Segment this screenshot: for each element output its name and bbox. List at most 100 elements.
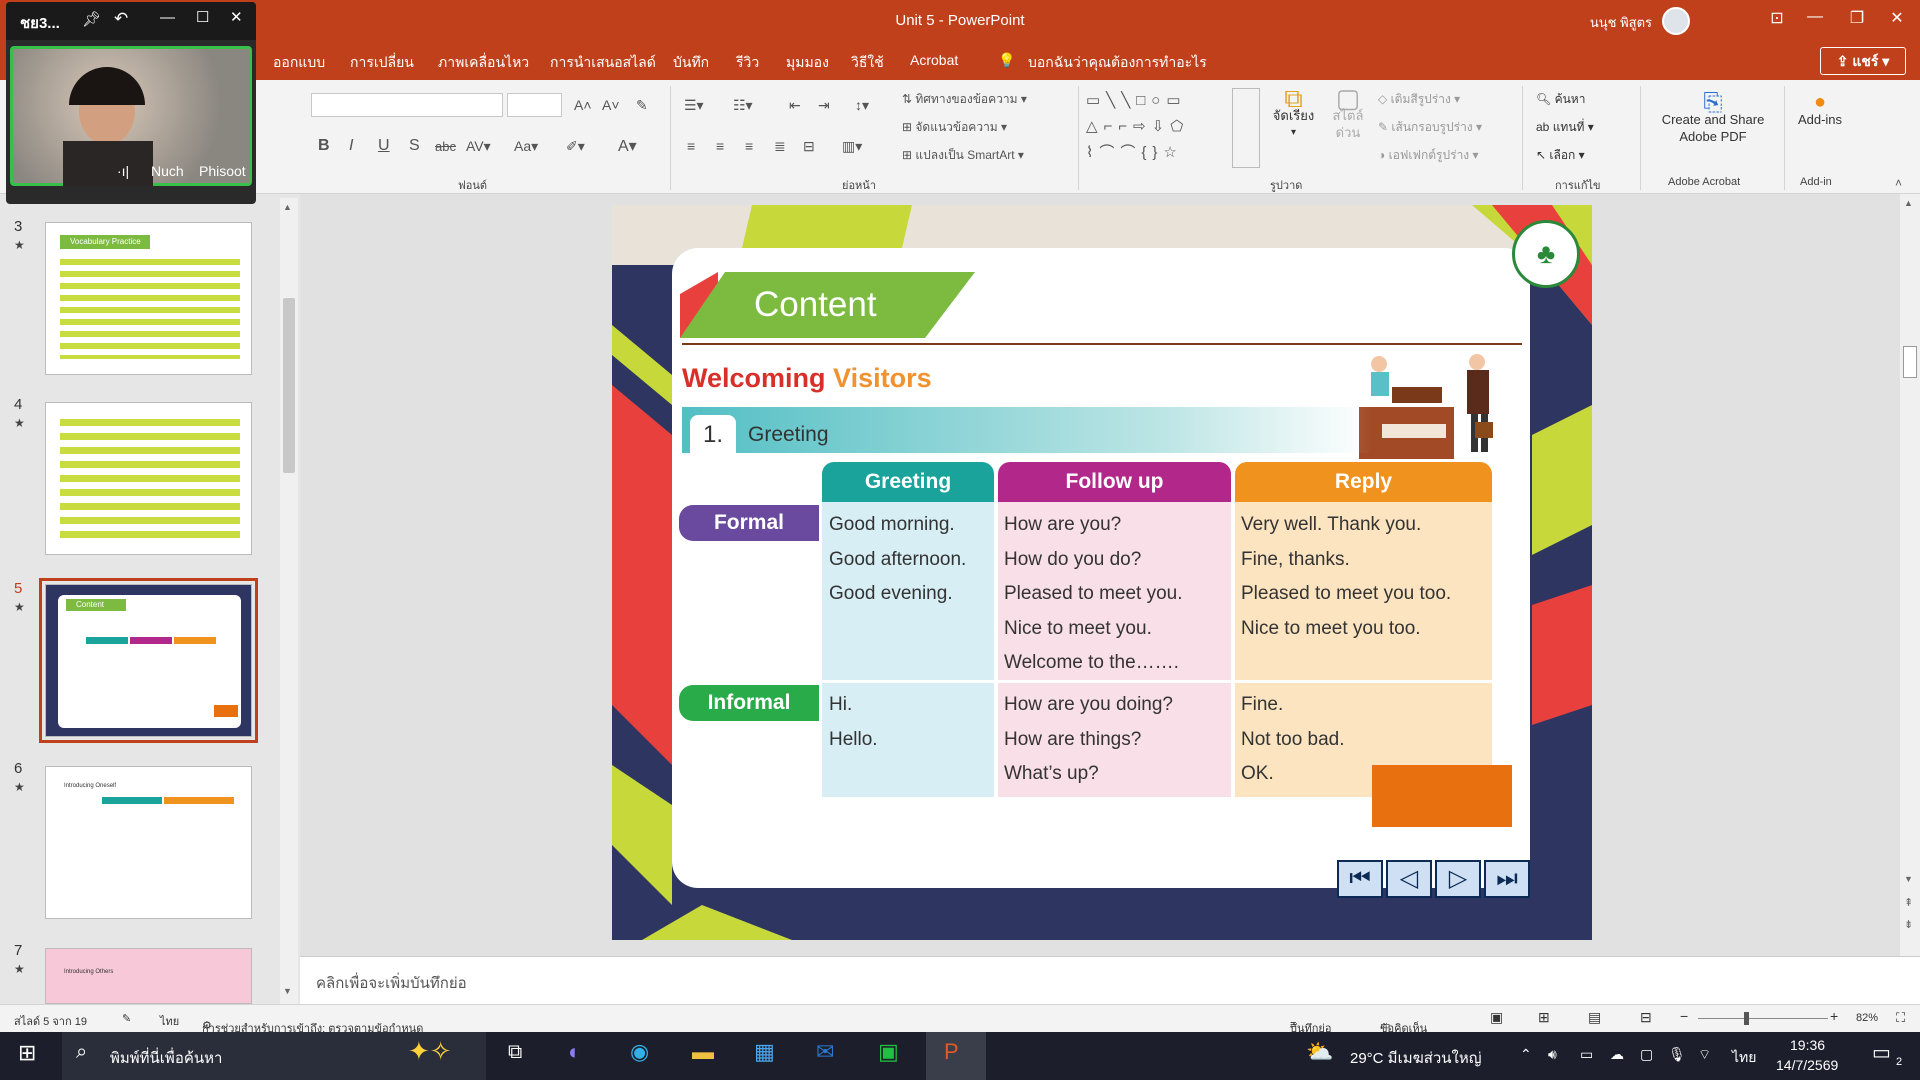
undo-icon[interactable]: ↶ (114, 9, 128, 29)
slide-thumbnail[interactable]: Introducing Oneself (45, 766, 252, 919)
next-slide-icon[interactable]: ⇟ (1904, 918, 1913, 931)
italic-icon[interactable]: I (349, 137, 353, 155)
normal-view-icon[interactable]: ▣ (1490, 1009, 1503, 1026)
avatar[interactable] (1662, 7, 1690, 35)
spelling-icon[interactable]: ✎ (122, 1012, 131, 1025)
powerpoint-taskbar-button[interactable]: P (926, 1032, 986, 1080)
share-button[interactable]: ⇪ แชร์ ▾ (1820, 47, 1906, 75)
highlight-icon[interactable]: ✐▾ (566, 138, 585, 155)
wifi-icon[interactable]: ⌔ (1698, 1046, 1711, 1064)
distributed-icon[interactable]: ⊟ (803, 138, 815, 155)
canvas-scrollbar[interactable]: ▲ ▼ ⇞ ⇟ (1900, 194, 1920, 956)
shape-outline-button[interactable]: ✎ เส้นกรอบรูปร่าง ▾ (1378, 118, 1482, 137)
prev-slide-button[interactable]: ◁ (1386, 860, 1432, 898)
select-button[interactable]: ↖ เลือก ▾ (1536, 146, 1585, 165)
tab-help[interactable]: วิธีใช้ (851, 52, 884, 74)
shrink-font-icon[interactable]: A˅ (602, 97, 620, 113)
slide-thumbnail[interactable]: Introducing Others (45, 948, 252, 1004)
tell-me-box[interactable]: บอกฉันว่าคุณต้องการทำอะไร (1028, 52, 1207, 74)
weather-text[interactable]: 29°C มีเมฆส่วนใหญ่ (1350, 1046, 1482, 1070)
reading-view-icon[interactable]: ▤ (1588, 1009, 1601, 1026)
create-pdf-button[interactable]: ⎘ Create and Share Adobe PDF (1648, 91, 1778, 145)
font-color-icon[interactable]: A▾ (618, 136, 637, 156)
strikethrough-icon[interactable]: abc (435, 139, 456, 154)
tab-animations[interactable]: ภาพเคลื่อนไหว (438, 52, 529, 74)
clear-format-icon[interactable]: ✎ (636, 97, 648, 114)
shadow-icon[interactable]: S (409, 137, 420, 155)
language-indicator[interactable]: ไทย (160, 1012, 179, 1030)
fit-slide-icon[interactable]: ⛶ (1896, 1010, 1905, 1026)
notes-pane[interactable]: คลิกเพื่อจะเพิ่มบันทึกย่อ (300, 956, 1920, 1004)
slide-thumbnail-active[interactable]: Content (39, 578, 258, 743)
addins-button[interactable]: ● Add-ins (1790, 92, 1850, 128)
restore-icon[interactable]: ❐ (1842, 8, 1872, 28)
file-explorer-icon[interactable]: ▬ (692, 1039, 714, 1065)
close-icon[interactable]: ✕ (1882, 8, 1912, 28)
change-case-icon[interactable]: Aa▾ (514, 138, 538, 155)
scroll-thumb[interactable] (283, 298, 295, 473)
tray-chevron-icon[interactable]: ⌃ (1520, 1046, 1532, 1063)
align-center-icon[interactable]: ≡ (716, 138, 724, 154)
task-view-icon[interactable]: ⧉ (508, 1041, 522, 1064)
bold-icon[interactable]: B (318, 137, 330, 155)
shape-effects-button[interactable]: ◑ เอฟเฟกต์รูปร่าง ▾ (1378, 146, 1479, 165)
quick-styles-button[interactable]: ▢ สไตล์ด่วน (1323, 85, 1373, 141)
clock-date[interactable]: 14/7/2569 (1776, 1057, 1838, 1073)
tab-transitions[interactable]: การเปลี่ยน (350, 52, 414, 74)
outlook-icon[interactable]: ✉ (816, 1039, 834, 1065)
store-icon[interactable]: ▦ (754, 1039, 775, 1065)
copilot-icon[interactable]: ◐ (568, 1039, 581, 1065)
font-family-combo[interactable] (311, 93, 503, 117)
char-spacing-icon[interactable]: AV▾ (466, 138, 491, 155)
ribbon-display-icon[interactable]: ⊡ (1762, 8, 1792, 28)
underline-icon[interactable]: U (378, 137, 390, 155)
tab-slideshow[interactable]: การนำเสนอสไลด์ (550, 52, 656, 74)
tab-review[interactable]: รีวิว (736, 52, 759, 74)
camera-icon[interactable]: ▢ (1640, 1046, 1653, 1063)
bullets-icon[interactable]: ☰▾ (684, 97, 704, 114)
search-box[interactable]: ⌕ พิมพ์ที่นี่เพื่อค้นหา ✦✧ (62, 1032, 486, 1080)
slideshow-icon[interactable]: ⊟ (1640, 1009, 1652, 1026)
line-app-icon[interactable]: ▣ (878, 1039, 899, 1065)
edge-icon[interactable]: ◉ (630, 1039, 649, 1065)
thumbnail-scrollbar[interactable]: ▲ ▼ (280, 198, 298, 1004)
decrease-indent-icon[interactable]: ⇤ (789, 97, 801, 114)
volume-icon[interactable]: 🔊︎ (1548, 1046, 1557, 1063)
shapes-gallery[interactable]: ▭╲╲□○▭ △⌐⌐⇨⇩⬠ ⌇⌒⌒{}☆ (1086, 88, 1232, 168)
slide-thumbnail[interactable]: Vocabulary Practice (45, 222, 252, 375)
line-spacing-icon[interactable]: ↕▾ (855, 97, 869, 114)
battery-icon[interactable]: ▭ (1580, 1046, 1593, 1063)
minimize-icon[interactable]: — (160, 9, 175, 26)
user-name[interactable]: นนุช พิสูตร (1590, 12, 1652, 33)
close-icon[interactable]: ✕ (230, 8, 243, 26)
input-language[interactable]: ไทย (1732, 1047, 1756, 1069)
replace-button[interactable]: ab แทนที่ ▾ (1536, 118, 1594, 137)
minimize-icon[interactable]: — (1800, 8, 1830, 26)
maximize-icon[interactable]: ☐ (196, 8, 209, 26)
increase-indent-icon[interactable]: ⇥ (818, 97, 830, 114)
arrange-button[interactable]: ⧉ จัดเรียง ▾ (1266, 85, 1321, 141)
clock-time[interactable]: 19:36 (1790, 1037, 1825, 1053)
tab-design[interactable]: ออกแบบ (273, 52, 325, 74)
smartart-button[interactable]: ⊞ แปลงเป็น SmartArt ▾ (902, 146, 1024, 165)
zoom-slider-thumb[interactable] (1744, 1012, 1749, 1025)
network-icon[interactable]: ☁ (1610, 1046, 1624, 1063)
first-slide-button[interactable]: ⏮ (1337, 860, 1383, 898)
scroll-thumb[interactable] (1903, 346, 1917, 378)
align-right-icon[interactable]: ≡ (745, 138, 753, 154)
text-direction-button[interactable]: ⇅ ทิศทางของข้อความ ▾ (902, 90, 1027, 109)
find-button[interactable]: 🔍︎ ค้นหา (1536, 90, 1585, 109)
columns-icon[interactable]: ▥▾ (842, 138, 862, 155)
zoom-level[interactable]: 82% (1856, 1012, 1878, 1024)
zoom-in-icon[interactable]: + (1830, 1008, 1838, 1024)
justify-icon[interactable]: ≣ (774, 138, 786, 155)
font-size-combo[interactable] (507, 93, 562, 117)
prev-slide-icon[interactable]: ⇞ (1904, 896, 1913, 909)
zoom-slider[interactable] (1698, 1018, 1828, 1019)
slide-sorter-icon[interactable]: ⊞ (1538, 1009, 1550, 1026)
shape-fill-button[interactable]: ◇ เติมสีรูปร่าง ▾ (1378, 90, 1460, 109)
webcam-window[interactable]: ชย3... 📌︎ ↶ — ☐ ✕ ·ı| Nuch Phisoot (6, 2, 256, 204)
mic-icon[interactable]: 🎙︎ (1668, 1046, 1686, 1063)
slide-thumbnail[interactable] (45, 402, 252, 555)
next-slide-button[interactable]: ▷ (1435, 860, 1481, 898)
